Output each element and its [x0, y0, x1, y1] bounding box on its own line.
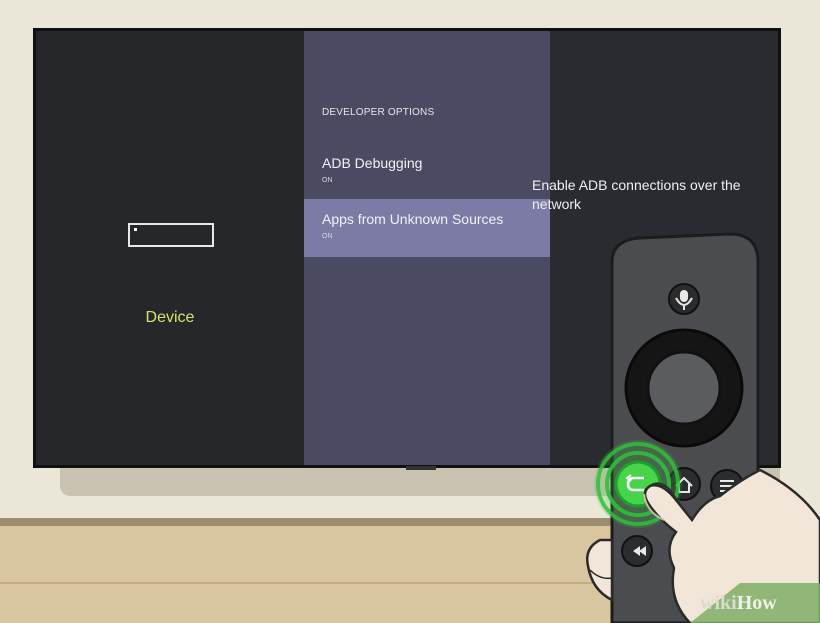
remote-illustration [586, 232, 820, 623]
navigation-ring[interactable] [624, 328, 744, 448]
watermark-suffix: How [736, 592, 777, 614]
microphone-icon[interactable] [668, 283, 700, 315]
watermark-prefix: wiki [700, 592, 737, 614]
rewind-icon[interactable] [621, 535, 653, 567]
wikihow-watermark: wikiHow [700, 592, 777, 615]
